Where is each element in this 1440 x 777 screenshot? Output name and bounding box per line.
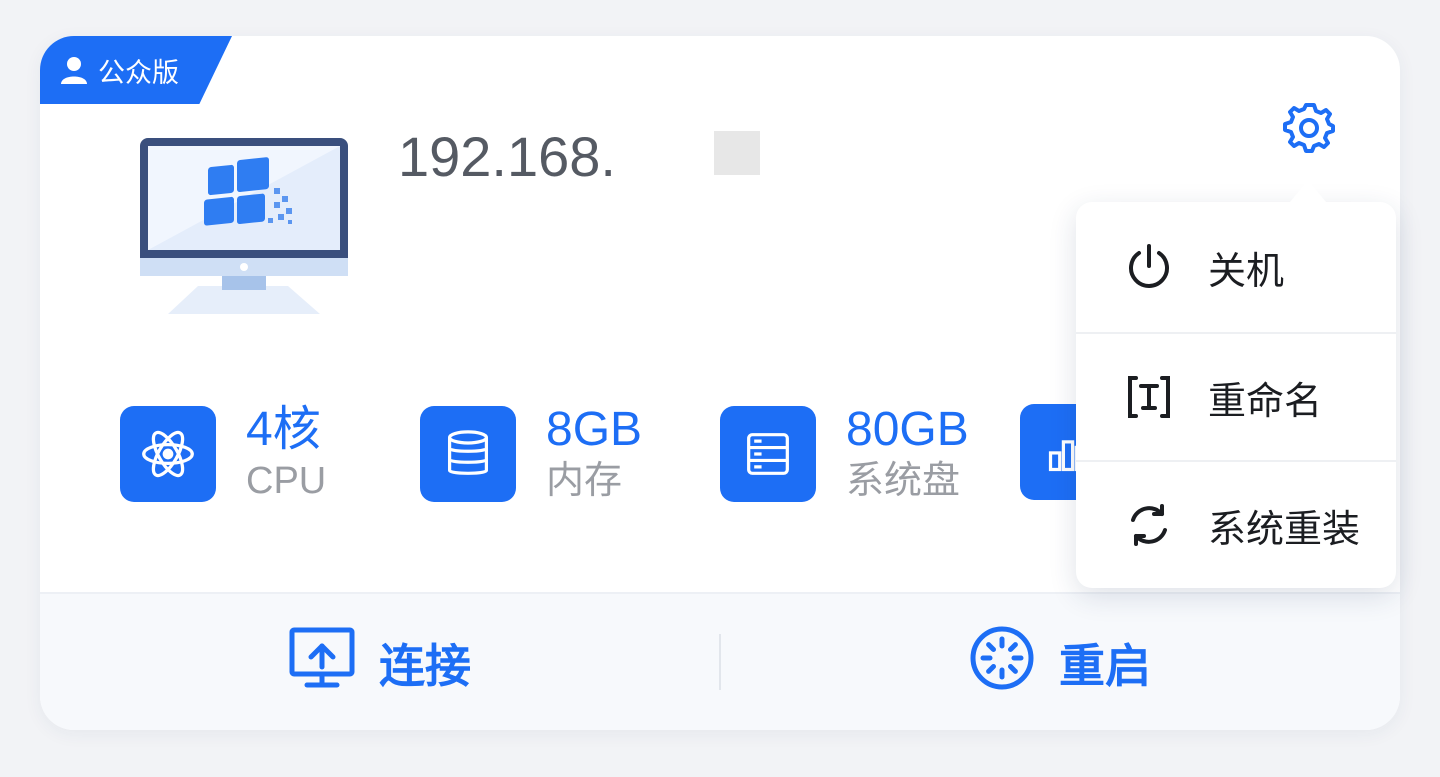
menu-item-label: 系统重装 — [1208, 506, 1361, 551]
menu-item-shutdown[interactable]: 关机 — [1076, 202, 1396, 332]
edition-badge: 公众版 — [40, 36, 232, 104]
spec-disk: 80GB 系统盘 — [720, 404, 969, 504]
database-icon — [420, 406, 516, 502]
memory-value: 8GB — [546, 403, 643, 456]
cpu-value: 4核 — [246, 403, 321, 456]
machine-ip: 192.168. — [398, 125, 616, 188]
menu-item-label: 关机 — [1208, 248, 1285, 293]
edition-label: 公众版 — [98, 57, 179, 89]
settings-gear-icon[interactable] — [1283, 102, 1335, 154]
power-icon — [1124, 242, 1174, 292]
user-icon — [58, 54, 90, 86]
restart-label: 重启 — [1059, 639, 1151, 693]
menu-item-reinstall[interactable]: 系统重装 — [1076, 460, 1396, 588]
actions-menu: 关机 重命名 系统重装 — [1076, 180, 1396, 588]
atom-icon — [120, 406, 216, 502]
ip-redaction — [714, 131, 760, 175]
spec-memory: 8GB 内存 — [420, 404, 642, 504]
card-footer: 连接 重启 — [40, 592, 1400, 730]
restart-icon — [969, 625, 1035, 702]
server-icon — [720, 406, 816, 502]
desktop-upload-icon — [289, 627, 355, 700]
memory-label: 内存 — [546, 460, 623, 502]
menu-item-label: 重命名 — [1208, 378, 1323, 423]
menu-item-rename[interactable]: 重命名 — [1076, 332, 1396, 460]
disk-label: 系统盘 — [846, 460, 961, 502]
spec-cpu: 4核 CPU — [120, 404, 326, 504]
refresh-icon — [1124, 500, 1174, 550]
cpu-label: CPU — [246, 460, 327, 502]
rename-icon — [1124, 372, 1174, 422]
disk-value: 80GB — [846, 403, 969, 456]
connect-label: 连接 — [379, 639, 471, 693]
windows-monitor-image — [138, 136, 350, 320]
restart-button[interactable]: 重启 — [720, 594, 1400, 730]
connect-button[interactable]: 连接 — [40, 594, 720, 730]
